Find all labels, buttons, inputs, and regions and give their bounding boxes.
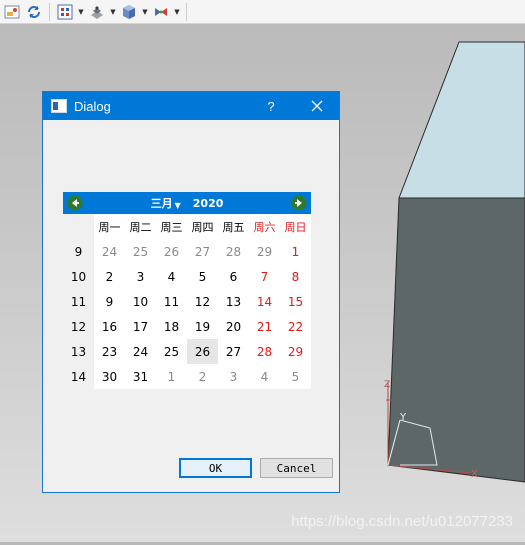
calendar-day-cell[interactable]: 26 [156, 239, 187, 264]
week-number: 12 [63, 314, 94, 339]
calendar-day-cell[interactable]: 23 [94, 339, 125, 364]
calendar-day-cell[interactable]: 2 [94, 264, 125, 289]
image-icon[interactable] [2, 2, 22, 22]
calendar-day-cell[interactable]: 18 [156, 314, 187, 339]
calendar-day-cell[interactable]: 25 [156, 339, 187, 364]
window-icon [51, 99, 67, 113]
next-month-button[interactable] [291, 195, 307, 211]
toolbar: ▼ ▼ ▼ ▼ [0, 0, 525, 24]
dialog-title: Dialog [74, 98, 111, 114]
ok-button[interactable]: OK [179, 458, 252, 478]
calendar-day-cell[interactable]: 21 [249, 314, 280, 339]
calendar-day-cell[interactable]: 16 [94, 314, 125, 339]
calendar-day-cell[interactable]: 3 [218, 364, 249, 389]
calendar-day-cell[interactable]: 10 [125, 289, 156, 314]
chevron-down-icon[interactable]: ▼ [141, 2, 149, 22]
calendar-day-cell[interactable]: 13 [218, 289, 249, 314]
calendar-day-cell[interactable]: 7 [249, 264, 280, 289]
calendar-day-cell[interactable]: 8 [280, 264, 311, 289]
week-number: 14 [63, 364, 94, 389]
chevron-down-icon[interactable]: ▼ [109, 2, 117, 22]
help-button[interactable]: ? [261, 92, 281, 120]
close-icon [311, 100, 323, 112]
weekday-header: 周日 [280, 214, 311, 239]
close-button[interactable] [305, 92, 329, 120]
cube-top-face [398, 41, 525, 199]
chevron-down-icon[interactable]: ▼ [173, 2, 181, 22]
calendar-day-cell[interactable]: 30 [94, 364, 125, 389]
grid-icon[interactable] [55, 2, 75, 22]
weekday-header: 周六 [249, 214, 280, 239]
calendar-day-cell[interactable]: 27 [218, 339, 249, 364]
calendar-day-cell[interactable]: 19 [187, 314, 218, 339]
calendar-day-cell[interactable]: 26 [187, 339, 218, 364]
view-icon[interactable] [151, 2, 171, 22]
cube-icon[interactable] [119, 2, 139, 22]
week-number: 13 [63, 339, 94, 364]
calendar-day-cell[interactable]: 31 [125, 364, 156, 389]
calendar-day-cell[interactable]: 27 [187, 239, 218, 264]
refresh-icon[interactable] [24, 2, 44, 22]
toolbar-separator [186, 2, 187, 21]
calendar-day-cell[interactable]: 1 [156, 364, 187, 389]
calendar-day-cell[interactable]: 11 [156, 289, 187, 314]
calendar-day-cell[interactable]: 24 [125, 339, 156, 364]
calendar-corner [63, 214, 94, 239]
calendar-day-cell[interactable]: 29 [280, 339, 311, 364]
calendar-day-cell[interactable]: 12 [187, 289, 218, 314]
dialog-titlebar[interactable]: Dialog ? [43, 92, 339, 120]
calendar-day-cell[interactable]: 25 [125, 239, 156, 264]
calendar-day-cell[interactable]: 28 [218, 239, 249, 264]
render-mode-icon[interactable] [87, 2, 107, 22]
month-selector[interactable]: 三月 ▼ [151, 195, 181, 211]
month-label: 三月 [150, 197, 173, 210]
calendar-day-cell[interactable]: 3 [125, 264, 156, 289]
dialog-window: Dialog ? 三月 ▼ 2020 周一 周二 周三 周四 周五 周六 周日 9 24 25 26… [42, 91, 340, 493]
calendar-day-cell[interactable]: 4 [249, 364, 280, 389]
y-axis-label: Y [399, 412, 407, 423]
calendar-day-cell[interactable]: 5 [280, 364, 311, 389]
calendar-day-cell[interactable]: 9 [94, 289, 125, 314]
calendar-widget: 三月 ▼ 2020 周一 周二 周三 周四 周五 周六 周日 9 24 25 26 27 28 29 1 10… [63, 192, 311, 389]
prev-month-button[interactable] [67, 195, 83, 211]
calendar-day-cell[interactable]: 2 [187, 364, 218, 389]
calendar-day-cell[interactable]: 4 [156, 264, 187, 289]
week-number: 11 [63, 289, 94, 314]
x-axis-label: X [471, 469, 478, 480]
z-axis-label: Z [384, 380, 390, 390]
weekday-header: 周一 [94, 214, 125, 239]
year-label[interactable]: 2020 [193, 197, 224, 210]
calendar-day-cell[interactable]: 15 [280, 289, 311, 314]
calendar-grid: 周一 周二 周三 周四 周五 周六 周日 9 24 25 26 27 28 29 1 10 2 3 4 5 6 7 8 11 9… [63, 214, 311, 389]
weekday-header: 周二 [125, 214, 156, 239]
calendar-day-cell[interactable]: 5 [187, 264, 218, 289]
calendar-day-cell[interactable]: 6 [218, 264, 249, 289]
calendar-day-cell[interactable]: 28 [249, 339, 280, 364]
calendar-day-cell[interactable]: 17 [125, 314, 156, 339]
calendar-navigation-bar: 三月 ▼ 2020 [63, 192, 311, 214]
calendar-day-cell[interactable]: 1 [280, 239, 311, 264]
week-number: 10 [63, 264, 94, 289]
watermark: https://blog.csdn.net/u012077233 [291, 513, 513, 530]
cancel-button[interactable]: Cancel [260, 458, 333, 478]
chevron-down-icon: ▼ [174, 201, 181, 210]
week-number: 9 [63, 239, 94, 264]
calendar-day-cell[interactable]: 14 [249, 289, 280, 314]
calendar-day-cell[interactable]: 29 [249, 239, 280, 264]
cube-front-face [387, 197, 525, 483]
calendar-day-cell[interactable]: 22 [280, 314, 311, 339]
chevron-down-icon[interactable]: ▼ [77, 2, 85, 22]
toolbar-separator [49, 2, 50, 21]
calendar-day-cell[interactable]: 20 [218, 314, 249, 339]
weekday-header: 周五 [218, 214, 249, 239]
calendar-day-cell[interactable]: 24 [94, 239, 125, 264]
weekday-header: 周三 [156, 214, 187, 239]
weekday-header: 周四 [187, 214, 218, 239]
